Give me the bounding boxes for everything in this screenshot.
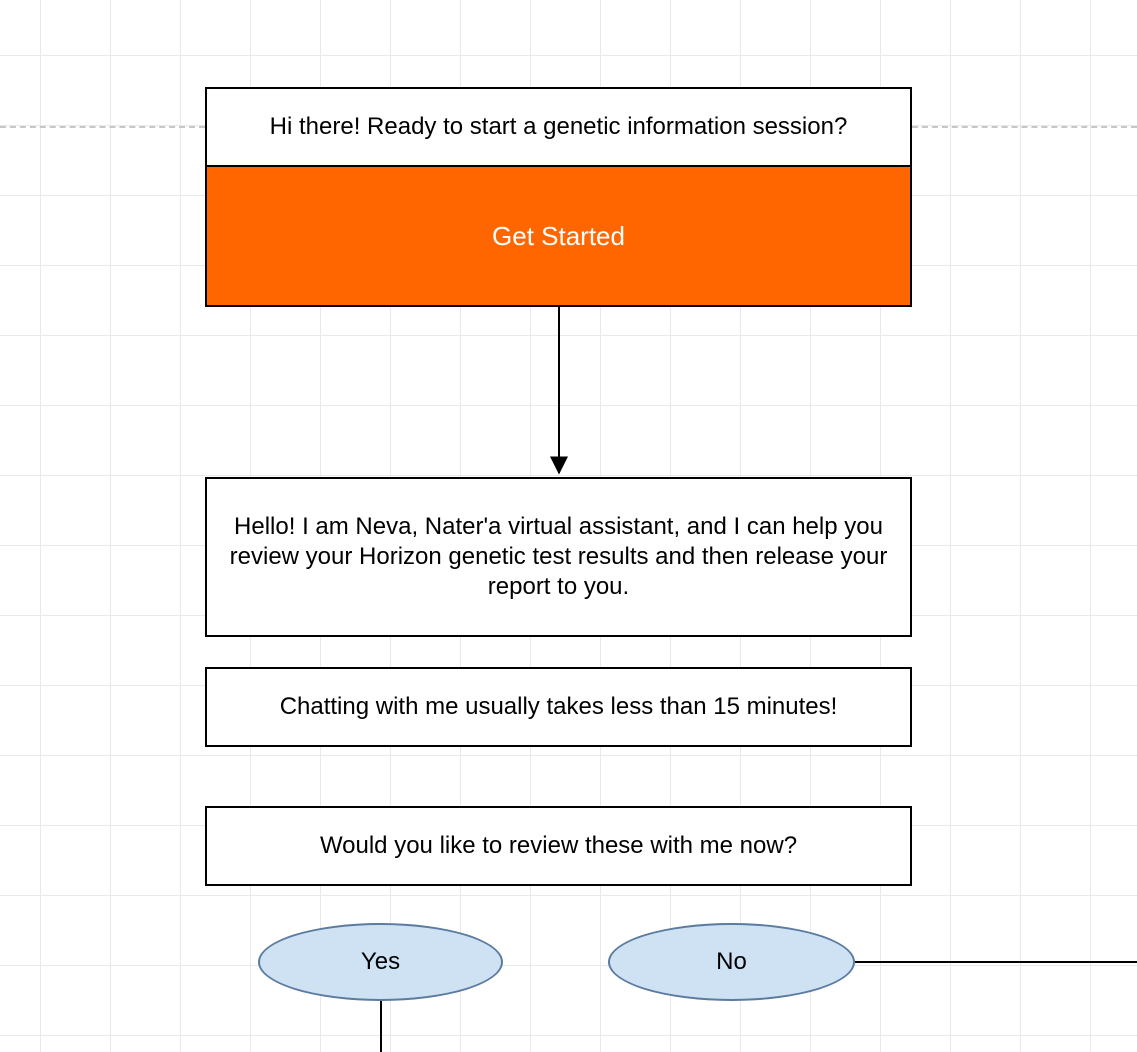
diagram-canvas[interactable]: Hi there! Ready to start a genetic infor… <box>0 0 1137 1052</box>
edges-layer <box>0 0 1137 1052</box>
